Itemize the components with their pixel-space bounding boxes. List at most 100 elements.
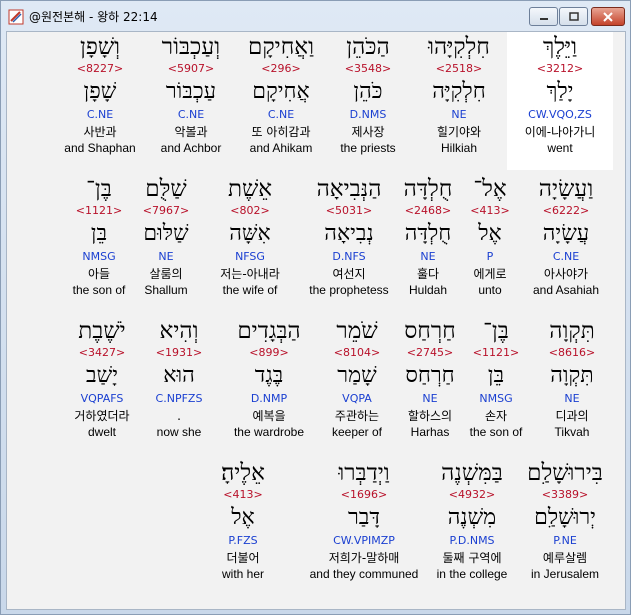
word-cell[interactable]: בֶּן־ <1121> בֵּן NMSG 아들 the son of	[59, 174, 139, 297]
english-gloss: and Ahikam	[249, 141, 313, 155]
maximize-icon	[568, 12, 579, 21]
strong-number[interactable]: <3548>	[320, 62, 416, 76]
word-cell[interactable]: אֵלֶיהָ׃ <413> אֶל P.FZS 더불어 with her	[195, 458, 291, 581]
lemma-word: אִשָּׁה	[229, 221, 271, 246]
english-gloss: now she	[156, 425, 202, 439]
hebrew-word: שֹׁמֵר	[336, 318, 378, 344]
lemma-word: שָׁמַר	[337, 363, 377, 388]
word-cell[interactable]: וְהִיא <1931> הוּא C.NPFZS. now she	[135, 316, 223, 439]
hebrew-word: וַעֲשָׂיָה	[538, 176, 594, 202]
strong-number[interactable]: <5031>	[290, 204, 408, 218]
korean-gloss: 저희가-말하매	[328, 551, 400, 565]
word-cell[interactable]: חִלְקִיָּהוּ <2518> חִלְקִיָּה NE 힐기야와 Hilkia…	[411, 32, 507, 155]
strong-number[interactable]: <899>	[215, 346, 323, 360]
strong-number[interactable]: <2518>	[411, 62, 507, 76]
word-cell[interactable]: הַנְּבִיאָה <5031> נְבִיאָה D.NFS 여선지 the pro…	[290, 174, 408, 297]
hebrew-word: אֵשֶׁת	[227, 176, 273, 202]
word-cell[interactable]: בַּמִּשְׁנֶה <4932> מִשְׁנֶה P.D.NMS 둘째 구역에 i…	[412, 458, 532, 581]
word-cell[interactable]: וַיְדַבְּרוּ <1696> דָּבַר CW.VPIMZP 저희가-말하매…	[299, 458, 429, 581]
morphology-code: C.NE	[552, 250, 580, 263]
word-cell[interactable]: וַיֵּלֶךְ <3212> יָלַךְ CW.VQO,ZS 이에-나아가니 wen…	[507, 32, 613, 170]
strong-number[interactable]: <1931>	[135, 346, 223, 360]
morphology-code: D.NMP	[250, 392, 288, 405]
english-gloss: the wardrobe	[233, 425, 305, 439]
word-cell[interactable]: יֹשֶׁבֶת <3427> יָשַׁב VQPAFS 거하였더라 dwelt	[59, 316, 145, 439]
strong-number[interactable]: <802>	[198, 204, 302, 218]
hebrew-word: בֶּן־	[483, 318, 509, 344]
hebrew-word: הַבְּגָדִים	[237, 318, 301, 344]
english-gloss: the priests	[340, 141, 396, 155]
verse-line-4: בִּירוּשָׁלִַם <3389> יְרוּשָׁלִַם P.NE 예루살렘…	[7, 458, 625, 598]
morphology-code: VQPAFS	[80, 392, 124, 405]
strong-number[interactable]: <8227>	[52, 62, 148, 76]
lemma-word: חִלְקִיָּה	[432, 79, 486, 104]
english-gloss: the wife of	[222, 283, 278, 297]
morphology-code: C.NPFZS	[155, 392, 203, 405]
lemma-word: בֶּגֶד	[254, 363, 284, 388]
strong-number[interactable]: <5907>	[143, 62, 239, 76]
hebrew-word: וְהִיא	[159, 318, 199, 344]
strong-number[interactable]: <4932>	[412, 488, 532, 502]
word-cell[interactable]: וְעַכְבּוֹר <5907> עַכְבּוֹר C.NE 악볼과 and Ach…	[143, 32, 239, 155]
english-gloss: in the college	[436, 567, 508, 581]
english-gloss: the son of	[469, 425, 523, 439]
strong-number[interactable]: <3427>	[59, 346, 145, 360]
korean-gloss: 손자	[484, 409, 508, 423]
strong-number[interactable]: <1121>	[59, 204, 139, 218]
strong-number[interactable]: <296>	[233, 62, 329, 76]
korean-gloss: 아사야가	[543, 267, 589, 281]
morphology-code: CW.VQO,ZS	[528, 108, 592, 121]
word-cell[interactable]: הַכֹּהֵן <3548> כֹּהֵן D.NMS 제사장 the priests	[320, 32, 416, 155]
korean-gloss: 여선지	[332, 267, 366, 281]
english-gloss: Hilkiah	[440, 141, 477, 155]
strong-number[interactable]: <3212>	[507, 62, 613, 76]
strong-number[interactable]: <1696>	[299, 488, 429, 502]
title-bar[interactable]: @원전본해 - 왕하 22:14	[1, 1, 630, 31]
english-gloss: the son of	[72, 283, 126, 297]
morphology-code: P.D.NMS	[449, 534, 495, 547]
hebrew-word: וְשָׁפָן	[79, 34, 121, 60]
hebrew-word: תִּקְוָה	[549, 318, 595, 344]
lemma-word: כֹּהֵן	[353, 79, 383, 104]
window-title: @원전본해 - 왕하 22:14	[29, 10, 158, 24]
morphology-code: CW.VPIMZP	[333, 534, 395, 547]
word-cell[interactable]: תִּקְוָה <8616> תִּקְוָה NE 디과의 Tikvah	[527, 316, 617, 439]
strong-number[interactable]: <413>	[195, 488, 291, 502]
strong-number[interactable]: <8616>	[527, 346, 617, 360]
maximize-button[interactable]	[559, 7, 588, 26]
english-gloss: went	[547, 141, 573, 155]
korean-gloss: 주관하는	[334, 409, 380, 423]
minimize-button[interactable]	[529, 7, 558, 26]
korean-gloss: 제사장	[351, 125, 385, 139]
morphology-code: NE	[451, 108, 467, 121]
interlinear-view[interactable]: וַיֵּלֶךְ <3212> יָלַךְ CW.VQO,ZS 이에-나아가니 wen…	[6, 31, 626, 610]
word-cell[interactable]: בֶּן־ <1121> בֵּן NMSG 손자 the son of	[459, 316, 533, 439]
word-cell[interactable]: שֹׁמֵר <8104> שָׁמַר VQPA 주관하는 keeper of	[310, 316, 404, 439]
lemma-word: מִשְׁנֶה	[447, 505, 497, 530]
word-cell[interactable]: הַבְּגָדִים <899> בֶּגֶד D.NMP 예복을 the wardro…	[215, 316, 323, 439]
word-cell[interactable]: וְשָׁפָן <8227> שָׁפָן C.NE 사반과 and Shaphan	[52, 32, 148, 155]
english-gloss: and Achbor	[160, 141, 222, 155]
strong-number[interactable]: <6222>	[519, 204, 613, 218]
word-cell[interactable]: וַעֲשָׂיָה <6222> עֲשָׂיָה C.NE 아사야가 and Asah…	[519, 174, 613, 297]
hebrew-word: חִלְקִיָּהוּ	[428, 34, 490, 60]
korean-gloss: 힐기야와	[436, 125, 482, 139]
morphology-code: C.NE	[267, 108, 295, 121]
lemma-word: יָשַׁב	[86, 363, 118, 388]
hebrew-word: וַיְדַבְּרוּ	[338, 460, 390, 486]
verse-line-3: תִּקְוָה <8616> תִּקְוָה NE 디과의 Tikvah בֶּן־ <1…	[7, 316, 625, 456]
lemma-word: בֵּן	[90, 221, 108, 246]
hebrew-word: בַּמִּשְׁנֶה	[441, 460, 503, 486]
word-cell[interactable]: וַאֲחִיקָם <296> אֲחִיקָם C.NE 또 아히감과 and Ahi…	[233, 32, 329, 155]
strong-number[interactable]: <8104>	[310, 346, 404, 360]
hebrew-word: בֶּן־	[86, 176, 112, 202]
english-gloss: keeper of	[331, 425, 383, 439]
close-button[interactable]	[591, 7, 625, 26]
morphology-code: D.NMS	[349, 108, 387, 121]
lemma-word: הוּא	[163, 363, 195, 388]
morphology-code: NMSG	[82, 250, 116, 263]
app-icon	[8, 9, 24, 25]
strong-number[interactable]: <1121>	[459, 346, 533, 360]
morphology-code: C.NE	[86, 108, 114, 121]
word-cell[interactable]: אֵשֶׁת <802> אִשָּׁה NFSG 저는-아내라 the wife of	[198, 174, 302, 297]
